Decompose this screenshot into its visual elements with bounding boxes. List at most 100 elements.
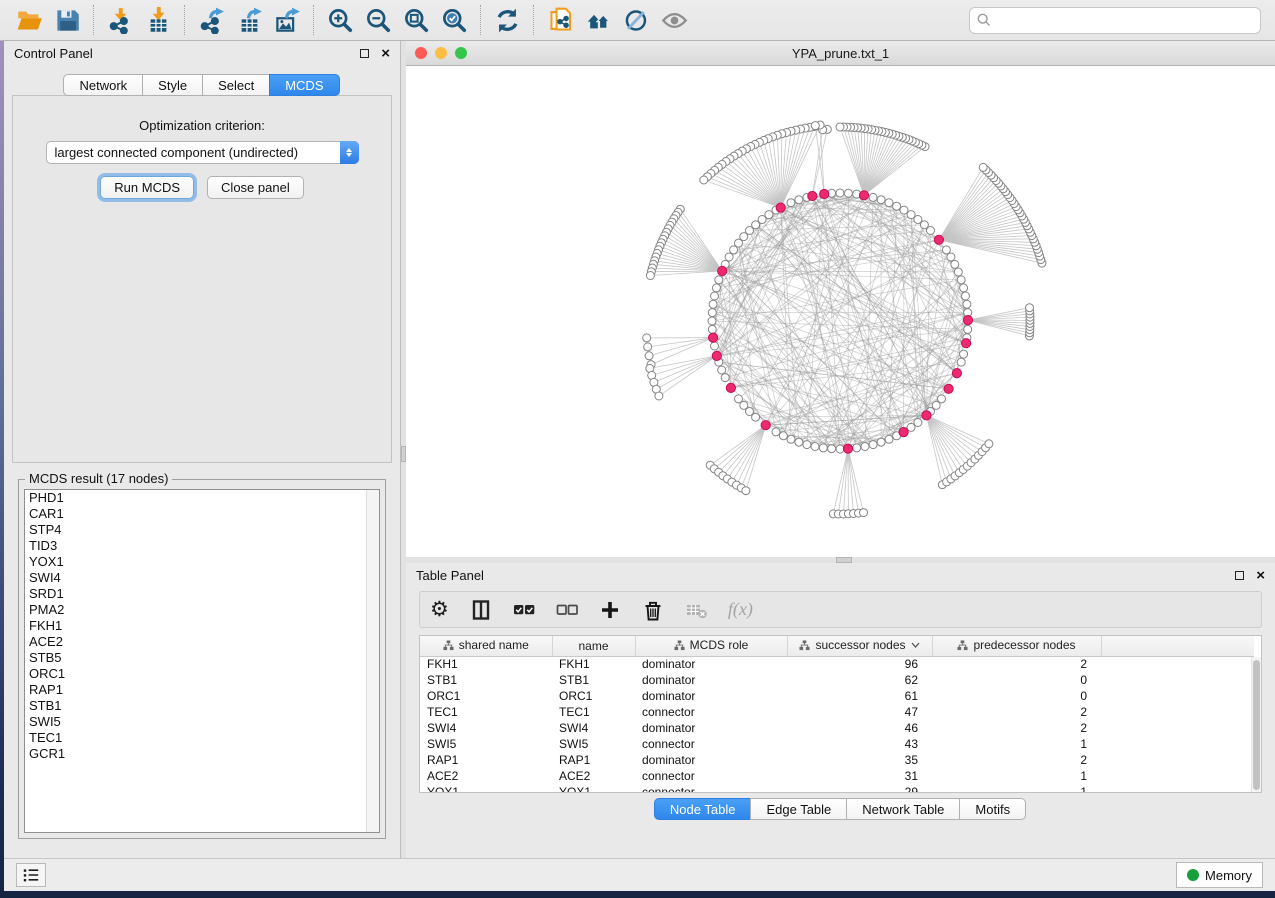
- tab-motifs[interactable]: Motifs: [959, 798, 1026, 820]
- mcds-result-item[interactable]: TEC1: [25, 730, 379, 746]
- tab-network[interactable]: Network: [63, 74, 143, 96]
- export-table-button[interactable]: [230, 3, 268, 37]
- column-header-successor-nodes[interactable]: successor nodes: [787, 636, 932, 656]
- column-header-predecessor-nodes[interactable]: predecessor nodes: [932, 636, 1101, 656]
- mcds-result-item[interactable]: SWI4: [25, 570, 379, 586]
- mcds-result-item[interactable]: SRD1: [25, 586, 379, 602]
- mcds-result-item[interactable]: ACE2: [25, 634, 379, 650]
- mcds-result-item[interactable]: SWI5: [25, 714, 379, 730]
- export-image-button[interactable]: [268, 3, 306, 37]
- table-panel-header: Table Panel ×: [406, 563, 1275, 588]
- table-cell: RAP1: [552, 752, 635, 768]
- double-home-button[interactable]: [579, 3, 617, 37]
- mcds-result-item[interactable]: GCR1: [25, 746, 379, 762]
- eye-button[interactable]: [655, 3, 693, 37]
- mcds-buttons-row: Run MCDS Close panel: [13, 176, 391, 199]
- zoom-out-button[interactable]: [359, 3, 397, 37]
- network-graph[interactable]: [406, 66, 1275, 557]
- add-button[interactable]: [599, 598, 621, 622]
- document-share-button[interactable]: [541, 3, 579, 37]
- close-panel-icon[interactable]: ×: [381, 49, 390, 58]
- table-row[interactable]: TEC1TEC1connector472: [420, 704, 1254, 720]
- mcds-result-item[interactable]: RAP1: [25, 682, 379, 698]
- table-cell: STB1: [552, 672, 635, 688]
- select-all-checks-button[interactable]: [513, 598, 535, 622]
- table-row[interactable]: RAP1RAP1dominator352: [420, 752, 1254, 768]
- columns-button[interactable]: [470, 598, 492, 622]
- import-network-button[interactable]: [101, 3, 139, 37]
- table-cell: 46: [787, 720, 932, 736]
- mcds-result-item[interactable]: PHD1: [25, 490, 379, 506]
- shared-column-icon: [674, 640, 685, 651]
- zoom-selected-button[interactable]: [435, 3, 473, 37]
- column-header-shared-name[interactable]: shared name: [420, 636, 552, 656]
- mcds-result-item[interactable]: FKH1: [25, 618, 379, 634]
- export-network-button[interactable]: [192, 3, 230, 37]
- mcds-result-item[interactable]: STB1: [25, 698, 379, 714]
- table-float-window-icon[interactable]: [1235, 571, 1244, 580]
- close-panel-button[interactable]: Close panel: [207, 176, 304, 199]
- mcds-result-list[interactable]: PHD1CAR1STP4TID3YOX1SWI4SRD1PMA2FKH1ACE2…: [24, 489, 380, 833]
- mcds-result-item[interactable]: STP4: [25, 522, 379, 538]
- search-box[interactable]: [969, 7, 1261, 34]
- table-close-panel-icon[interactable]: ×: [1256, 571, 1265, 580]
- control-panel-tabs: NetworkStyleSelectMCDS: [4, 74, 400, 96]
- tab-network-table[interactable]: Network Table: [846, 798, 960, 820]
- table-cell-filler: [1101, 736, 1254, 752]
- table-cell: 35: [787, 752, 932, 768]
- table-row[interactable]: YOX1YOX1connector291: [420, 784, 1254, 793]
- tab-edge-table[interactable]: Edge Table: [750, 798, 847, 820]
- clear-checks-button[interactable]: [556, 598, 578, 622]
- column-header-name[interactable]: name: [552, 636, 635, 656]
- delete-table-button: [685, 598, 707, 622]
- mcds-list-scrollbar[interactable]: [366, 490, 379, 832]
- run-mcds-button[interactable]: Run MCDS: [100, 176, 194, 199]
- import-table-button[interactable]: [139, 3, 177, 37]
- table-row[interactable]: FKH1FKH1dominator962: [420, 656, 1254, 672]
- tab-mcds[interactable]: MCDS: [269, 74, 339, 96]
- memory-button[interactable]: Memory: [1176, 862, 1263, 888]
- table-scrollbar[interactable]: [1251, 657, 1261, 792]
- zoom-in-button[interactable]: [321, 3, 359, 37]
- network-canvas[interactable]: [406, 66, 1275, 557]
- table-row[interactable]: SWI5SWI5connector431: [420, 736, 1254, 752]
- float-window-icon[interactable]: [360, 49, 369, 58]
- refresh-button[interactable]: [488, 3, 526, 37]
- network-window-titlebar[interactable]: YPA_prune.txt_1: [406, 41, 1275, 66]
- search-input[interactable]: [996, 12, 1253, 29]
- control-panel-title: Control Panel: [14, 46, 360, 61]
- tab-style[interactable]: Style: [142, 74, 203, 96]
- mcds-result-item[interactable]: CAR1: [25, 506, 379, 522]
- mcds-result-item[interactable]: STB5: [25, 650, 379, 666]
- table-scrollbar-thumb[interactable]: [1253, 660, 1260, 790]
- trash-button[interactable]: [642, 598, 664, 622]
- zoom-fit-button[interactable]: [397, 3, 435, 37]
- mcds-result-item[interactable]: TID3: [25, 538, 379, 554]
- gear-button[interactable]: ⚙: [430, 598, 449, 622]
- mcds-result-item[interactable]: PMA2: [25, 602, 379, 618]
- criterion-dropdown[interactable]: largest connected component (undirected): [46, 141, 359, 164]
- table-cell: 29: [787, 784, 932, 793]
- node-table-grid[interactable]: shared namenameMCDS rolesuccessor nodesp…: [420, 636, 1254, 793]
- dropdown-spinner-icon[interactable]: [340, 141, 359, 164]
- mcds-result-item[interactable]: ORC1: [25, 666, 379, 682]
- table-row[interactable]: STB1STB1dominator620: [420, 672, 1254, 688]
- table-cell: TEC1: [420, 704, 552, 720]
- mcds-result-item[interactable]: YOX1: [25, 554, 379, 570]
- desktop: Control Panel × NetworkStyleSelectMCDS O…: [0, 0, 1275, 898]
- export-table-icon: [236, 7, 263, 34]
- table-cell: ORC1: [552, 688, 635, 704]
- control-panel-header: Control Panel ×: [4, 41, 400, 66]
- table-row[interactable]: ACE2ACE2connector311: [420, 768, 1254, 784]
- table-row[interactable]: ORC1ORC1dominator610: [420, 688, 1254, 704]
- main-toolbar: [0, 0, 1275, 41]
- open-folder-button[interactable]: [10, 3, 48, 37]
- task-history-button[interactable]: [16, 863, 46, 887]
- column-header-MCDS-role[interactable]: MCDS role: [635, 636, 787, 656]
- table-row[interactable]: SWI4SWI4dominator462: [420, 720, 1254, 736]
- tab-node-table[interactable]: Node Table: [654, 798, 752, 820]
- shared-column-icon: [957, 640, 968, 651]
- tab-select[interactable]: Select: [202, 74, 270, 96]
- circle-slash-button[interactable]: [617, 3, 655, 37]
- save-floppy-button[interactable]: [48, 3, 86, 37]
